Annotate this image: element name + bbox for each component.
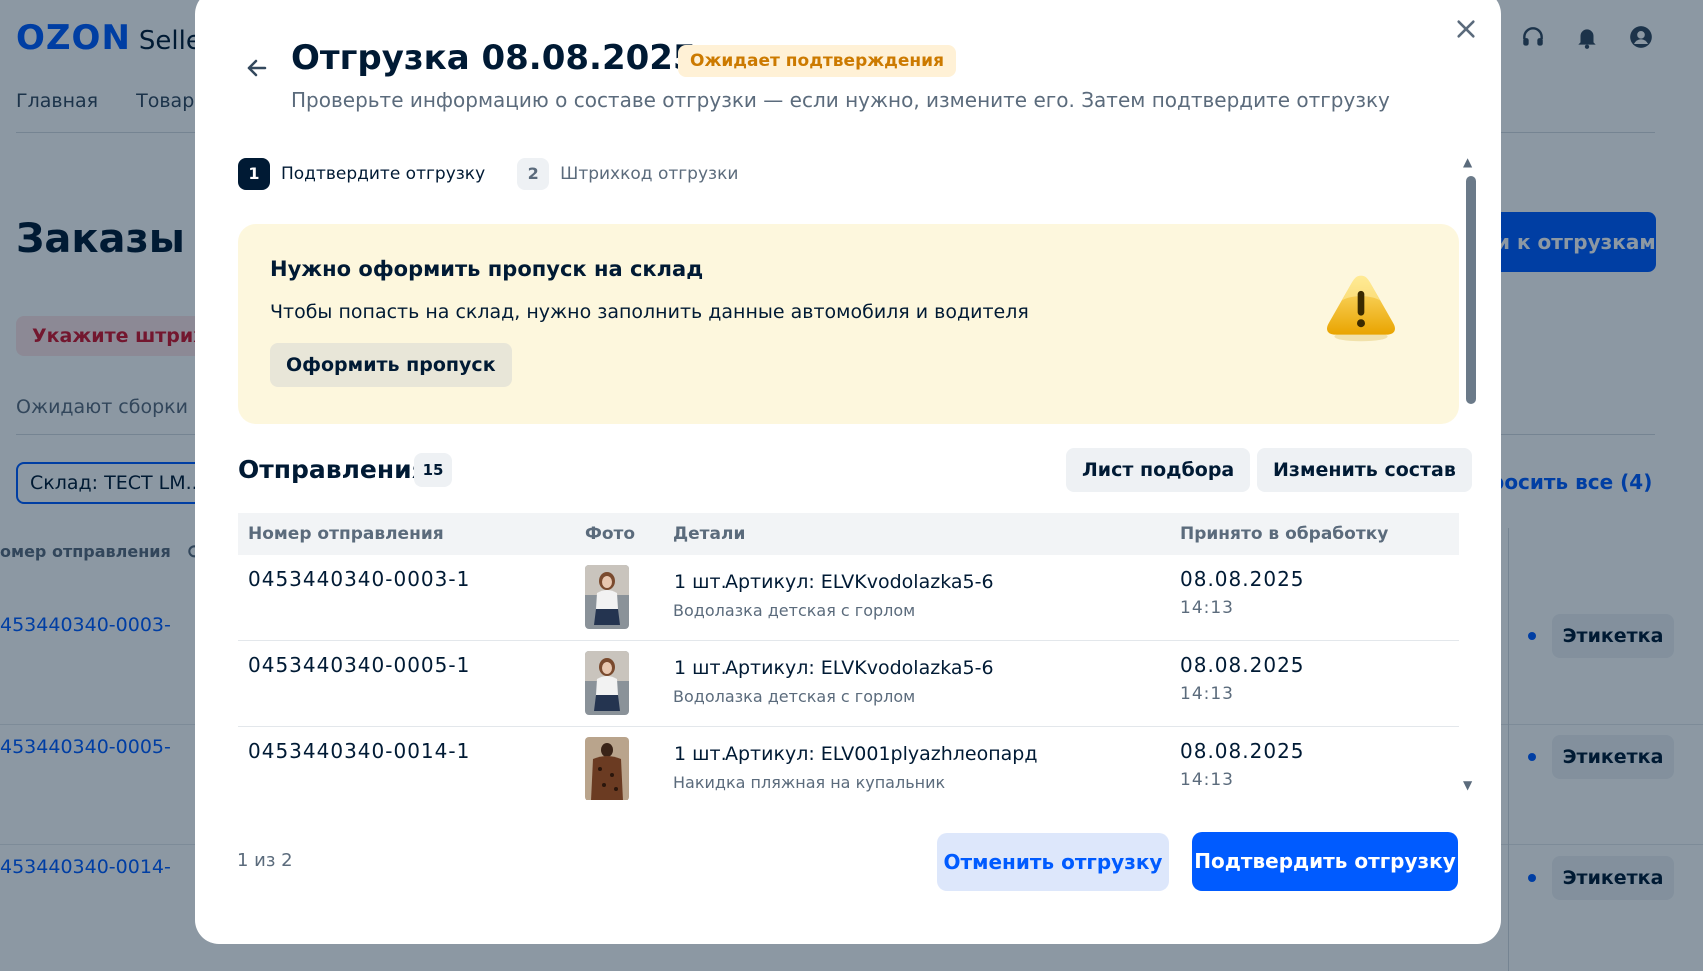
- article: Артикул: ELVKvodolazka5-6: [725, 571, 994, 593]
- shipments-title: Отправления: [238, 455, 428, 484]
- warning-icon: [1327, 275, 1395, 342]
- table-row[interactable]: 0453440340-0014-1 1 шт. Артикул: ELV001p…: [238, 727, 1459, 800]
- back-arrow-icon[interactable]: [245, 56, 271, 82]
- product-photo: [585, 737, 629, 800]
- quantity: 1 шт.: [674, 571, 727, 593]
- column-header: Номер отправления: [248, 524, 444, 544]
- quantity: 1 шт.: [674, 657, 727, 679]
- quantity: 1 шт.: [674, 743, 727, 765]
- issue-pass-button[interactable]: Оформить пропуск: [270, 343, 512, 387]
- shipment-number: 0453440340-0003-1: [248, 567, 471, 591]
- confirm-shipment-button[interactable]: Подтвердить отгрузку: [1192, 832, 1458, 891]
- table-header: Номер отправления Фото Детали Принято в …: [238, 513, 1459, 555]
- shipment-modal: Отгрузка 08.08.2025 Ожидает подтверждени…: [195, 0, 1501, 944]
- step-number: 2: [517, 158, 550, 190]
- shipments-count-badge: 15: [414, 453, 452, 487]
- accepted-date: 08.08.2025: [1180, 653, 1305, 677]
- step-label: Штрихкод отгрузки: [560, 164, 739, 184]
- article: Артикул: ELVKvodolazka5-6: [725, 657, 994, 679]
- table-row[interactable]: 0453440340-0003-1 1 шт. Артикул: ELVKvod…: [238, 555, 1459, 641]
- product-photo: [585, 651, 629, 715]
- product-description: Накидка пляжная на купальник: [673, 773, 946, 792]
- column-header: Принято в обработку: [1180, 524, 1389, 544]
- pagination-info: 1 из 2: [237, 850, 293, 871]
- product-photo: [585, 565, 629, 629]
- product-description: Водолазка детская с горлом: [673, 687, 916, 706]
- shipment-number: 0453440340-0005-1: [248, 653, 471, 677]
- status-badge: Ожидает подтверждения: [678, 45, 956, 77]
- step-barcode[interactable]: 2 Штрихкод отгрузки: [517, 158, 738, 190]
- pick-list-button[interactable]: Лист подбора: [1066, 448, 1251, 492]
- article: Артикул: ELV001plyazhлеопард: [725, 743, 1038, 765]
- scroll-up-arrow-icon[interactable]: ▲: [1463, 155, 1472, 169]
- alert-text: Чтобы попасть на склад, нужно заполнить …: [270, 301, 1029, 323]
- scrollbar-thumb[interactable]: [1466, 176, 1476, 404]
- step-number: 1: [238, 158, 270, 190]
- accepted-time: 14:13: [1180, 684, 1234, 704]
- accepted-time: 14:13: [1180, 598, 1234, 618]
- product-description: Водолазка детская с горлом: [673, 601, 916, 620]
- accepted-date: 08.08.2025: [1180, 739, 1305, 763]
- alert-title: Нужно оформить пропуск на склад: [270, 257, 704, 281]
- column-header: Детали: [673, 524, 746, 544]
- step-label: Подтвердите отгрузку: [281, 164, 486, 184]
- modal-subtitle: Проверьте информацию о составе отгрузки …: [291, 88, 1390, 112]
- modal-title: Отгрузка 08.08.2025: [291, 38, 697, 78]
- stepper: 1 Подтвердите отгрузку 2 Штрихкод отгруз…: [238, 158, 770, 190]
- cancel-shipment-button[interactable]: Отменить отгрузку: [937, 833, 1169, 891]
- column-header: Фото: [585, 524, 636, 544]
- accepted-date: 08.08.2025: [1180, 567, 1305, 591]
- pass-alert: Нужно оформить пропуск на склад Чтобы по…: [238, 224, 1459, 424]
- scroll-down-arrow-icon[interactable]: ▼: [1463, 778, 1472, 792]
- step-confirm[interactable]: 1 Подтвердите отгрузку: [238, 158, 485, 190]
- accepted-time: 14:13: [1180, 770, 1234, 790]
- shipments-table: Номер отправления Фото Детали Принято в …: [238, 513, 1459, 800]
- edit-composition-button[interactable]: Изменить состав: [1257, 448, 1472, 492]
- table-row[interactable]: 0453440340-0005-1 1 шт. Артикул: ELVKvod…: [238, 641, 1459, 727]
- shipment-number: 0453440340-0014-1: [248, 739, 471, 763]
- close-icon[interactable]: [1453, 18, 1479, 44]
